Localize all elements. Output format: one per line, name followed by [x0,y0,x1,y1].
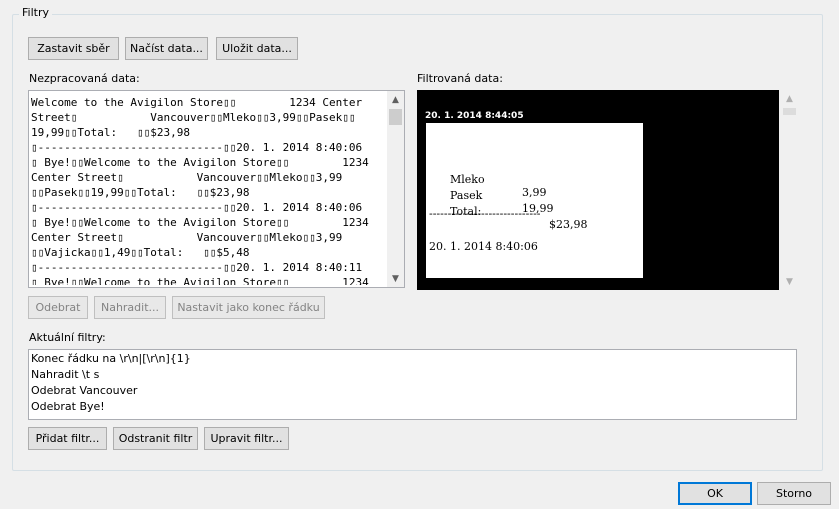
add-filter-button[interactable]: Přidat filtr... [28,427,107,450]
raw-data-line: Street▯ Vancouver▯▯Mleko▯▯3,99▯▯Pasek▯▯ [31,111,356,124]
raw-data-scrollbar[interactable]: ▲ ▼ [387,91,404,287]
raw-data-line: ▯----------------------------▯▯20. 1. 20… [31,201,363,214]
receipt: Mleko 3,99 Pasek 19,99 Total: $23,98 ---… [426,123,643,278]
filtered-data-view: 20. 1. 2014 8:44:05 Mleko 3,99 Pasek 19,… [417,90,779,290]
raw-data-line: ▯ Bye!▯▯Welcome to the Avigilon Store▯▯ … [31,216,369,229]
raw-data-line: 19,99▯▯Total: ▯▯$23,98 [31,126,190,139]
raw-data-line: Welcome to the Avigilon Store▯▯ 1234 Cen… [31,96,363,109]
remove-button[interactable]: Odebrat [28,296,88,319]
cancel-button[interactable]: Storno [757,482,831,505]
filter-item[interactable]: Odebrat Vancouver [31,384,137,397]
filter-item[interactable]: Nahradit \t s [31,368,99,381]
current-filters-list[interactable]: Konec řádku na \r\n|[\r\n]{1} Nahradit \… [28,349,797,420]
scroll-thumb[interactable] [783,108,796,115]
load-data-button[interactable]: Načíst data... [125,37,208,60]
ok-button[interactable]: OK [678,482,752,505]
raw-data-line: ▯▯Pasek▯▯19,99▯▯Total: ▯▯$23,98 [31,186,250,199]
filter-item[interactable]: Odebrat Bye! [31,400,105,413]
groupbox-title: Filtry [19,6,52,19]
filter-item[interactable]: Konec řádku na \r\n|[\r\n]{1} [31,352,191,365]
save-data-button[interactable]: Uložit data... [216,37,298,60]
raw-data-line: ▯ Bye!▯▯Welcome to the Avigilon Store▯▯ … [31,276,369,285]
raw-data-label: Nezpracovaná data: [29,72,140,85]
remove-filter-button[interactable]: Odstranit filtr [113,427,198,450]
set-end-of-line-button[interactable]: Nastavit jako konec řádku [172,296,325,319]
filtered-data-scrollbar[interactable]: ▲ ▼ [781,90,798,290]
receipt-item-value: 3,99 [522,186,547,199]
raw-data-line: Center Street▯ Vancouver▯▯Mleko▯▯3,99 [31,171,343,184]
receipt-total-value: $23,98 [549,218,588,231]
filtered-data-label: Filtrovaná data: [417,72,503,85]
raw-data-textbox[interactable]: Welcome to the Avigilon Store▯▯ 1234 Cen… [28,90,405,288]
receipt-footer-date: 20. 1. 2014 8:40:06 [429,240,538,253]
replace-button[interactable]: Nahradit... [94,296,166,319]
receipt-separator: ------------------------------ [429,207,541,220]
raw-data-text: Welcome to the Avigilon Store▯▯ 1234 Cen… [31,95,387,285]
raw-data-line: ▯▯Vajicka▯▯1,49▯▯Total: ▯▯$5,48 [31,246,250,259]
scroll-down-icon[interactable]: ▼ [387,270,404,287]
raw-data-line: ▯----------------------------▯▯20. 1. 20… [31,261,363,274]
raw-data-line: Center Street▯ Vancouver▯▯Mleko▯▯3,99 [31,231,343,244]
scroll-thumb[interactable] [389,109,402,125]
scroll-up-icon[interactable]: ▲ [781,90,798,107]
receipt-timestamp: 20. 1. 2014 8:44:05 [425,111,524,121]
scroll-up-icon[interactable]: ▲ [387,91,404,108]
stop-collection-button[interactable]: Zastavit sběr [28,37,119,60]
scroll-down-icon[interactable]: ▼ [781,273,798,290]
edit-filter-button[interactable]: Upravit filtr... [204,427,289,450]
raw-data-line: ▯----------------------------▯▯20. 1. 20… [31,141,363,154]
current-filters-label: Aktuální filtry: [29,331,106,344]
raw-data-line: ▯ Bye!▯▯Welcome to the Avigilon Store▯▯ … [31,156,369,169]
